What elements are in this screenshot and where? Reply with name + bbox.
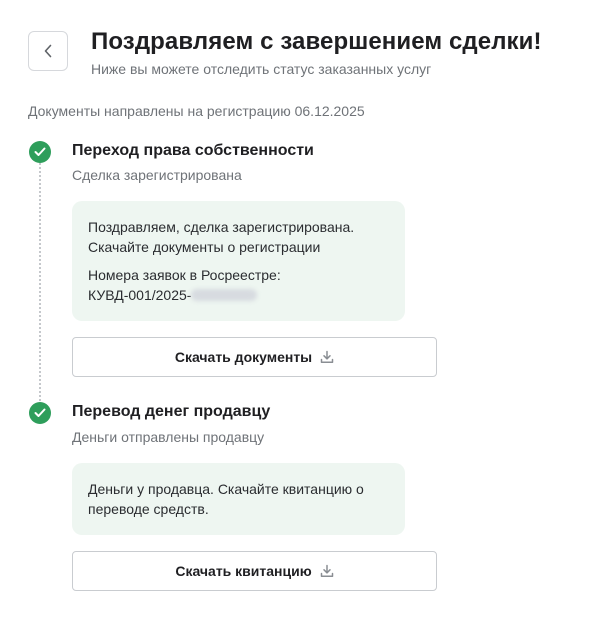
back-button[interactable] bbox=[28, 31, 68, 71]
request-number: КУВД-001/2025- bbox=[88, 285, 389, 305]
request-number-prefix: КУВД-001/2025- bbox=[88, 287, 192, 303]
chevron-left-icon bbox=[44, 44, 52, 58]
requests-label: Номера заявок в Росреестре: bbox=[88, 267, 281, 283]
step-1-title: Переход права собственности bbox=[72, 142, 314, 159]
step-1-status: Сделка зарегистрирована bbox=[72, 167, 242, 183]
download-icon bbox=[320, 350, 334, 364]
masked-request-id bbox=[191, 289, 258, 301]
download-receipt-button[interactable]: Скачать квитанцию bbox=[72, 551, 437, 591]
timeline-connector bbox=[39, 163, 41, 401]
step-2-status: Деньги отправлены продавцу bbox=[72, 429, 265, 445]
step-2-info-box: Деньги у продавца. Скачайте квитанцию о … bbox=[72, 463, 405, 535]
download-icon bbox=[320, 564, 334, 578]
step-2-info-line1: Деньги у продавца. Скачайте квитанцию о bbox=[88, 481, 364, 497]
download-receipt-label: Скачать квитанцию bbox=[175, 563, 312, 579]
step-2-info-line2: переводе средств. bbox=[88, 501, 209, 517]
step-1-info-box: Поздравляем, сделка зарегистрирована. Ск… bbox=[72, 201, 405, 321]
step-1-info-line1: Поздравляем, сделка зарегистрирована. bbox=[88, 219, 355, 235]
step-1-info-line2: Скачайте документы о регистрации bbox=[88, 239, 321, 255]
step-1-check-icon bbox=[29, 141, 51, 163]
step-2-check-icon bbox=[29, 402, 51, 424]
registration-note: Документы направлены на регистрацию 06.1… bbox=[28, 103, 365, 119]
page-subtitle: Ниже вы можете отследить статус заказанн… bbox=[91, 61, 432, 77]
page-title: Поздравляем с завершением сделки! bbox=[91, 28, 542, 55]
download-documents-button[interactable]: Скачать документы bbox=[72, 337, 437, 377]
download-documents-label: Скачать документы bbox=[174, 349, 313, 365]
step-2-title: Перевод денег продавцу bbox=[72, 403, 271, 420]
